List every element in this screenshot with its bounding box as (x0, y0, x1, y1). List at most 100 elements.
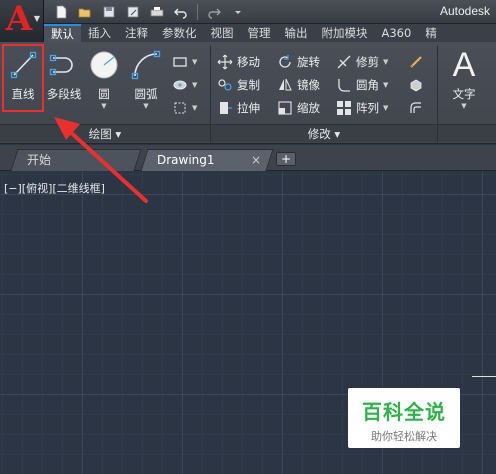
app-title: Autodesk (439, 4, 490, 18)
stretch-tool-button[interactable]: 拉伸 (217, 98, 260, 118)
fillet-tool-label: 圆角 (356, 78, 379, 92)
stretch-tool-label: 拉伸 (237, 101, 260, 115)
mirror-tool-label: 镜像 (297, 78, 320, 92)
chevron-down-icon: ▼ (383, 104, 389, 112)
circle-tool-label: 圆 (98, 87, 110, 101)
chevron-down-icon: ▼ (192, 58, 198, 66)
fillet-tool-button[interactable]: 圆角 ▼ (336, 75, 388, 95)
copy-tool-button[interactable]: 复制 (217, 75, 260, 95)
trim-icon (337, 55, 351, 69)
boundary-icon (174, 102, 186, 114)
tab-annotate[interactable]: 注释 (118, 24, 155, 42)
tab-start-label: 开始 (27, 153, 52, 167)
move-icon (217, 54, 233, 70)
erase-tool-button[interactable] (408, 52, 424, 72)
document-tab-bar: 开始 Drawing1 × (0, 145, 496, 171)
mirror-icon (279, 78, 292, 91)
offset-icon (410, 102, 421, 113)
erase-icon (410, 56, 422, 68)
explode-icon (410, 79, 422, 92)
move-tool-button[interactable]: 移动 (217, 52, 260, 72)
chevron-down-icon: ▼ (383, 58, 389, 66)
new-file-icon[interactable] (50, 3, 72, 21)
title-bar: Autodesk (44, 0, 496, 24)
qat-dropdown-icon[interactable] (227, 3, 249, 21)
open-folder-icon[interactable] (74, 3, 96, 21)
tab-view[interactable]: 视图 (204, 24, 241, 42)
hatch-icon (173, 80, 187, 90)
chevron-down-icon[interactable]: ▼ (84, 102, 124, 110)
arc-tool-button[interactable]: 圆弧 ▼ (126, 48, 166, 110)
offset-tool-button[interactable] (408, 98, 424, 118)
array-tool-button[interactable]: 阵列 ▼ (336, 98, 388, 118)
trim-tool-button[interactable]: 修剪 ▼ (336, 52, 388, 72)
chevron-down-icon[interactable]: ▼ (444, 102, 484, 110)
draw-panel-title[interactable]: 绘图 ▾ (0, 124, 210, 142)
array-icon (337, 101, 351, 115)
application-menu-button[interactable]: A ▼ (0, 0, 44, 42)
undo-icon[interactable] (170, 3, 192, 21)
text-icon: A (452, 46, 476, 84)
polyline-icon (49, 54, 73, 76)
modify-panel-title[interactable]: 修改 ▾ (211, 124, 437, 142)
watermark-subtitle: 助你轻松解决 (371, 430, 437, 443)
scale-tool-label: 缩放 (297, 101, 320, 115)
ribbon-panel-area: 直线 多段线 圆 ▼ 圆弧 ▼ ▼ ▼ ▼ 绘图 ▾ 移动 旋转 修剪 ▼ 复制… (0, 42, 496, 144)
chevron-down-icon: ▼ (192, 81, 198, 89)
save-icon[interactable] (98, 3, 120, 21)
stretch-icon (220, 102, 232, 114)
tab-manage[interactable]: 管理 (241, 24, 278, 42)
array-tool-label: 阵列 (356, 101, 379, 115)
text-tool-button[interactable]: A 文字 ▼ (444, 46, 484, 110)
arc-icon (131, 50, 161, 80)
circle-icon (90, 51, 118, 79)
polyline-tool-button[interactable]: 多段线 (44, 48, 84, 106)
tab-featured[interactable]: 精 (418, 24, 444, 42)
new-tab-button[interactable]: + (276, 152, 296, 166)
circle-tool-button[interactable]: 圆 ▼ (84, 48, 124, 110)
line-tool-highlight (2, 44, 44, 112)
tab-insert[interactable]: 插入 (81, 24, 118, 42)
fillet-icon (338, 79, 350, 92)
scale-icon (278, 101, 292, 115)
watermark-title: 百科全说 (362, 400, 446, 424)
chevron-down-icon[interactable]: ▼ (126, 102, 166, 110)
boundary-tool-button[interactable]: ▼ (172, 98, 197, 118)
rectangle-icon (173, 57, 187, 67)
close-icon[interactable]: × (251, 150, 261, 170)
rotate-icon (279, 55, 291, 68)
rotate-tool-label: 旋转 (297, 55, 320, 69)
tab-addins[interactable]: 附加模块 (315, 24, 375, 42)
explode-tool-button[interactable] (408, 75, 424, 95)
quick-access-toolbar (50, 3, 249, 21)
trim-tool-label: 修剪 (356, 55, 379, 69)
polyline-tool-label: 多段线 (46, 87, 82, 101)
copy-tool-label: 复制 (237, 78, 260, 92)
tab-parametric[interactable]: 参数化 (155, 24, 204, 42)
save-as-icon[interactable] (122, 3, 144, 21)
redo-icon[interactable] (203, 3, 225, 21)
rectangle-tool-button[interactable]: ▼ (172, 52, 197, 72)
crosshair-cursor (472, 376, 496, 377)
annotation-panel-title (438, 124, 496, 142)
rotate-tool-button[interactable]: 旋转 (277, 52, 320, 72)
tab-output[interactable]: 输出 (278, 24, 315, 42)
autocad-logo-icon: A (5, 0, 33, 39)
text-tool-label: 文字 (452, 87, 476, 101)
watermark-logo: 百科全说 助你轻松解决 (348, 388, 460, 448)
tab-start[interactable]: 开始 (10, 149, 142, 171)
arc-tool-label: 圆弧 (134, 87, 158, 101)
tab-a360[interactable]: A360 (375, 24, 419, 42)
viewport-controls[interactable]: [−][俯视][二维线框] (4, 180, 105, 196)
toolbar-separator (197, 4, 198, 20)
chevron-down-icon: ▼ (33, 14, 40, 23)
ribbon-tab-bar: 默认 插入 注释 参数化 视图 管理 输出 附加模块 A360 精 (44, 24, 496, 42)
move-tool-label: 移动 (237, 55, 260, 69)
scale-tool-button[interactable]: 缩放 (277, 98, 320, 118)
print-icon[interactable] (146, 3, 168, 21)
mirror-tool-button[interactable]: 镜像 (277, 75, 320, 95)
chevron-down-icon: ▼ (383, 81, 389, 89)
tab-default[interactable]: 默认 (44, 24, 81, 42)
tab-drawing1[interactable]: Drawing1 × (140, 149, 274, 171)
hatch-tool-button[interactable]: ▼ (172, 75, 197, 95)
